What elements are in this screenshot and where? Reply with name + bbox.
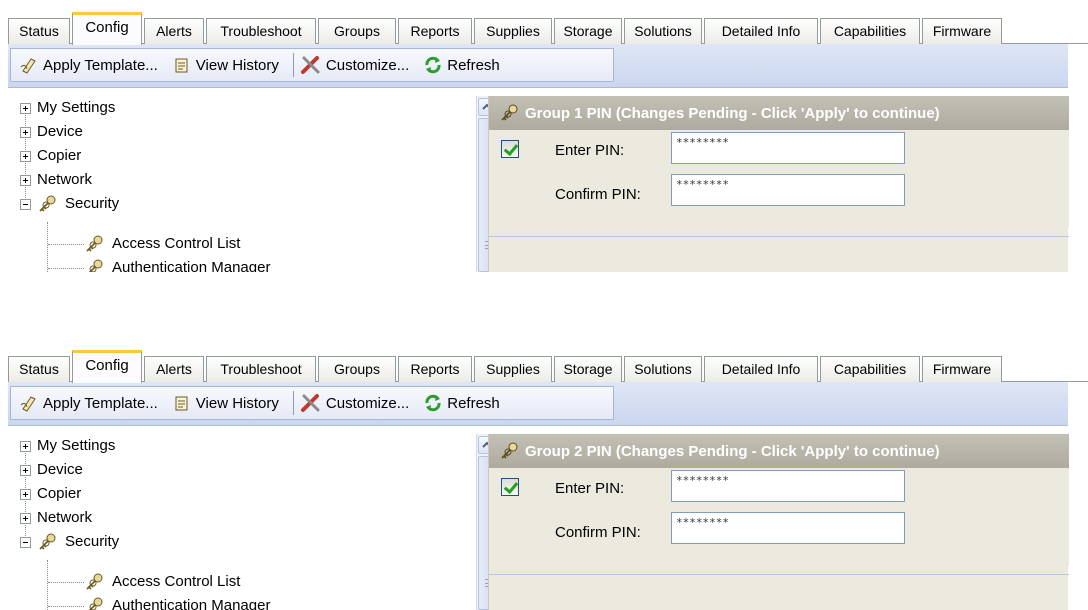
tree-item-network[interactable]: Network — [20, 168, 92, 192]
tab-groups[interactable]: Groups — [318, 356, 396, 382]
confirm-pin-field[interactable]: ******** — [671, 174, 905, 206]
group-pin-pane: Group 2 PIN (Changes Pending - Click 'Ap… — [488, 434, 1069, 610]
expand-icon[interactable] — [20, 126, 31, 138]
config-panel-2: Status Config Alerts Troubleshoot Groups Repo… — [0, 346, 1088, 610]
collapse-icon[interactable] — [20, 536, 31, 548]
pin-enabled-checkbox[interactable] — [501, 140, 519, 158]
tab-troubleshoot[interactable]: Troubleshoot — [206, 356, 316, 382]
confirm-pin-field[interactable]: ******** — [671, 512, 905, 544]
security-keys-icon — [501, 104, 518, 121]
expand-icon[interactable] — [20, 488, 31, 500]
tree-item-device[interactable]: Device — [20, 458, 83, 482]
tree-item-network[interactable]: Network — [20, 506, 92, 530]
tree-item-copier[interactable]: Copier — [20, 482, 81, 506]
section-divider — [489, 574, 1069, 575]
tab-strip: Status Config Alerts Troubleshoot Groups Repo… — [8, 8, 1088, 45]
view-history-button[interactable]: View History — [172, 393, 279, 413]
enter-pin-field[interactable]: ******** — [671, 132, 905, 164]
tree-item-access-control-list[interactable]: Access Control List — [84, 570, 240, 594]
pin-enabled-checkbox[interactable] — [501, 478, 519, 496]
security-keys-icon — [88, 259, 103, 272]
expand-icon[interactable] — [20, 512, 31, 524]
refresh-button[interactable]: Refresh — [423, 55, 500, 75]
tab-detailed-info[interactable]: Detailed Info — [704, 18, 818, 44]
security-keys-icon — [86, 235, 103, 252]
tab-status[interactable]: Status — [8, 18, 70, 44]
tab-firmware[interactable]: Firmware — [922, 356, 1002, 382]
tab-storage[interactable]: Storage — [554, 18, 622, 44]
tab-detailed-info[interactable]: Detailed Info — [704, 356, 818, 382]
tree-item-authentication-manager[interactable]: Authentication Manager — [84, 594, 270, 610]
settings-tree: My Settings Device Copier Network Securi… — [20, 434, 496, 610]
expand-icon[interactable] — [20, 102, 31, 114]
tree-item-authentication-manager[interactable]: Authentication Manager — [84, 256, 270, 272]
history-icon — [175, 396, 188, 411]
history-icon — [175, 58, 188, 73]
confirm-pin-label: Confirm PIN: — [555, 524, 641, 541]
group-pin-header: Group 1 PIN (Changes Pending - Click 'Ap… — [489, 96, 1069, 130]
security-keys-icon — [86, 573, 103, 590]
tab-storage[interactable]: Storage — [554, 356, 622, 382]
refresh-icon — [425, 56, 441, 74]
tree-item-device[interactable]: Device — [20, 120, 83, 144]
toolbar-separator — [292, 391, 294, 415]
apply-template-button[interactable]: Apply Template... — [19, 55, 158, 75]
tab-config[interactable]: Config — [72, 12, 142, 45]
config-panel-1: Status Config Alerts Troubleshoot Groups Repo… — [0, 8, 1088, 272]
tab-alerts[interactable]: Alerts — [144, 356, 204, 382]
security-keys-icon — [88, 597, 103, 610]
expand-icon[interactable] — [20, 464, 31, 476]
expand-icon[interactable] — [20, 174, 31, 186]
tab-solutions[interactable]: Solutions — [624, 18, 702, 44]
tab-supplies[interactable]: Supplies — [474, 356, 552, 382]
tab-reports[interactable]: Reports — [398, 18, 472, 44]
tree-item-my-settings[interactable]: My Settings — [20, 96, 115, 120]
tab-alerts[interactable]: Alerts — [144, 18, 204, 44]
enter-pin-label: Enter PIN: — [555, 142, 625, 159]
refresh-icon — [425, 394, 441, 412]
apply-template-button[interactable]: Apply Template... — [19, 393, 158, 413]
group-pin-header: Group 2 PIN (Changes Pending - Click 'Ap… — [489, 434, 1069, 468]
enter-pin-field[interactable]: ******** — [671, 470, 905, 502]
toolbar: Apply Template... View History Customize… — [8, 44, 1068, 88]
tab-capabilities[interactable]: Capabilities — [820, 356, 920, 382]
collapse-icon[interactable] — [20, 198, 31, 210]
security-keys-icon — [501, 442, 518, 459]
enter-pin-label: Enter PIN: — [555, 480, 625, 497]
tab-strip: Status Config Alerts Troubleshoot Groups Repo… — [8, 346, 1088, 383]
group-pin-pane: Group 1 PIN (Changes Pending - Click 'Ap… — [488, 96, 1069, 272]
tree-item-access-control-list[interactable]: Access Control List — [84, 232, 240, 256]
security-keys-icon — [39, 195, 56, 212]
template-icon — [20, 58, 36, 74]
tab-troubleshoot[interactable]: Troubleshoot — [206, 18, 316, 44]
security-keys-icon — [39, 533, 56, 550]
customize-button[interactable]: Customize... — [300, 392, 409, 414]
refresh-button[interactable]: Refresh — [423, 393, 500, 413]
tree-item-security[interactable]: Security — [20, 530, 119, 554]
tree-item-my-settings[interactable]: My Settings — [20, 434, 115, 458]
customize-button[interactable]: Customize... — [300, 54, 409, 76]
template-icon — [20, 396, 36, 412]
tree-item-security[interactable]: Security — [20, 192, 119, 216]
tab-reports[interactable]: Reports — [398, 356, 472, 382]
tab-capabilities[interactable]: Capabilities — [820, 18, 920, 44]
settings-tree: My Settings Device Copier Network Securi… — [20, 96, 496, 272]
toolbar-separator — [292, 53, 294, 77]
tab-status[interactable]: Status — [8, 356, 70, 382]
tree-item-copier[interactable]: Copier — [20, 144, 81, 168]
tab-groups[interactable]: Groups — [318, 18, 396, 44]
tab-firmware[interactable]: Firmware — [922, 18, 1002, 44]
confirm-pin-label: Confirm PIN: — [555, 186, 641, 203]
expand-icon[interactable] — [20, 440, 31, 452]
customize-tools-icon — [300, 56, 320, 74]
view-history-button[interactable]: View History — [172, 55, 279, 75]
expand-icon[interactable] — [20, 150, 31, 162]
tab-supplies[interactable]: Supplies — [474, 18, 552, 44]
tab-solutions[interactable]: Solutions — [624, 356, 702, 382]
tab-config[interactable]: Config — [72, 350, 142, 383]
section-divider — [489, 236, 1069, 237]
customize-tools-icon — [300, 394, 320, 412]
toolbar: Apply Template... View History Customize… — [8, 382, 1068, 426]
